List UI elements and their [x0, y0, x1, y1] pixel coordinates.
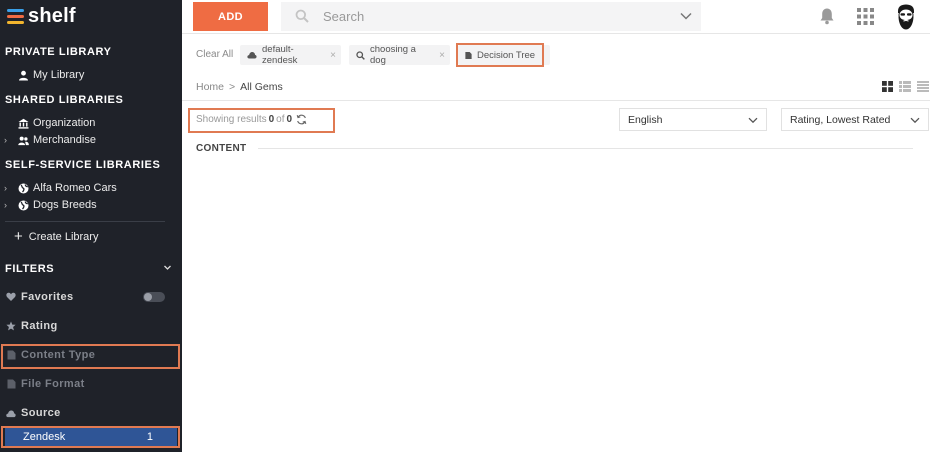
sidebar-item-label: Alfa Romeo Cars: [33, 182, 117, 194]
chevron-down-icon: [748, 115, 758, 127]
avatar[interactable]: [894, 4, 918, 30]
cloud-icon: [6, 408, 16, 418]
sort-select-value: Rating, Lowest Rated: [790, 113, 891, 126]
breadcrumb-home[interactable]: Home: [196, 81, 224, 93]
filter-rating[interactable]: Rating: [0, 318, 182, 334]
view-toggle: [882, 81, 929, 95]
search-icon: [356, 50, 365, 60]
content-divider: [258, 148, 913, 149]
top-bar: ADD Search: [182, 0, 930, 34]
favorites-toggle[interactable]: [143, 292, 165, 302]
sidebar-item-label: Organization: [33, 117, 96, 129]
filter-chip-default-zendesk[interactable]: default-zendesk ×: [240, 44, 341, 66]
chip-label: default-zendesk: [262, 44, 298, 66]
breadcrumb-current: All Gems: [240, 81, 283, 93]
content-type-highlight: [1, 344, 180, 369]
decision-tree-highlight: [456, 43, 544, 67]
chevron-right-icon[interactable]: ›: [4, 135, 7, 145]
chevron-down-icon[interactable]: [163, 263, 172, 275]
chip-close-icon[interactable]: ×: [439, 50, 445, 61]
chevron-down-icon: [910, 115, 920, 127]
plus-icon: +: [14, 228, 23, 245]
filter-label: Source: [21, 407, 61, 419]
toolbar-divider: [182, 100, 930, 101]
logo-icon: [7, 8, 24, 24]
heart-icon: [6, 292, 16, 302]
globe-icon: [18, 183, 29, 194]
chip-close-icon[interactable]: ×: [330, 50, 336, 61]
filter-label: Favorites: [21, 291, 74, 303]
search-input[interactable]: Search: [323, 9, 364, 24]
breadcrumb-separator: >: [229, 81, 236, 93]
chevron-right-icon[interactable]: ›: [4, 183, 7, 193]
language-select[interactable]: English: [619, 108, 767, 131]
bell-icon[interactable]: [819, 7, 835, 28]
shared-libraries-header: SHARED LIBRARIES: [5, 94, 124, 106]
create-library-label: Create Library: [28, 231, 99, 243]
filter-label: Rating: [21, 320, 58, 332]
user-icon: [18, 70, 29, 81]
sidebar-item-my-library[interactable]: My Library: [0, 67, 182, 83]
app-root: shelf PRIVATE LIBRARY My Library SHARED …: [0, 0, 930, 452]
chevron-down-icon[interactable]: [680, 11, 692, 23]
sort-select[interactable]: Rating, Lowest Rated: [781, 108, 929, 131]
bank-icon: [18, 118, 29, 129]
file-icon: [6, 379, 16, 389]
content-section-title: CONTENT: [196, 143, 247, 154]
search-icon: [295, 9, 309, 26]
private-library-header: PRIVATE LIBRARY: [5, 46, 112, 58]
star-icon: [6, 321, 16, 331]
sidebar-item-label: Merchandise: [33, 134, 96, 146]
compact-view-icon[interactable]: [917, 81, 929, 95]
apps-grid-icon[interactable]: [857, 8, 874, 28]
breadcrumb: Home > All Gems: [196, 81, 283, 93]
grid-view-icon[interactable]: [882, 81, 893, 95]
filter-file-format[interactable]: File Format: [0, 376, 182, 392]
add-button[interactable]: ADD: [193, 2, 268, 31]
globe-icon: [18, 200, 29, 211]
sidebar-item-label: My Library: [33, 69, 85, 81]
language-select-value: English: [628, 113, 663, 126]
self-service-libraries-header: SELF-SERVICE LIBRARIES: [5, 159, 161, 171]
shelf-logo[interactable]: shelf: [7, 5, 76, 27]
sidebar-item-label: Dogs Breeds: [33, 199, 97, 211]
sidebar-item-merchandise[interactable]: › Merchandise: [0, 132, 182, 148]
cloud-icon: [247, 51, 257, 59]
filter-favorites[interactable]: Favorites: [0, 289, 182, 305]
sidebar-item-dogs-breeds[interactable]: › Dogs Breeds: [0, 197, 182, 213]
chip-label: choosing a dog: [370, 44, 416, 66]
filter-label: File Format: [21, 378, 85, 390]
chevron-right-icon[interactable]: ›: [4, 200, 7, 210]
filter-source[interactable]: Source: [0, 405, 182, 421]
list-view-icon[interactable]: [899, 81, 911, 95]
sidebar-item-organization[interactable]: Organization: [0, 115, 182, 131]
sidebar-divider: [5, 221, 165, 222]
results-highlight: [188, 108, 335, 133]
clear-all-link[interactable]: Clear All: [196, 49, 233, 60]
brand-name: shelf: [28, 4, 76, 27]
filter-chip-choosing-a-dog[interactable]: choosing a dog ×: [349, 44, 450, 66]
users-icon: [18, 135, 29, 146]
sidebar: shelf PRIVATE LIBRARY My Library SHARED …: [0, 0, 182, 452]
create-library-button[interactable]: + Create Library: [14, 228, 99, 245]
filters-header: FILTERS: [5, 263, 55, 275]
sidebar-item-alfa-romeo-cars[interactable]: › Alfa Romeo Cars: [0, 180, 182, 196]
zendesk-highlight: [1, 426, 180, 448]
search-bar[interactable]: Search: [281, 2, 701, 31]
